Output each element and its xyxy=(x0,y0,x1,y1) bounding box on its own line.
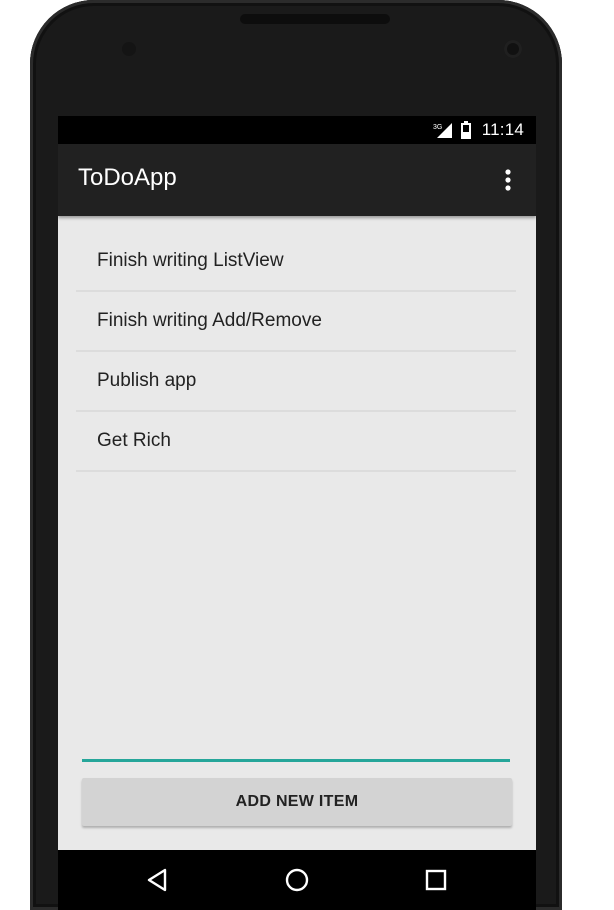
front-camera xyxy=(504,40,522,58)
list-item-label: Finish writing Add/Remove xyxy=(97,310,322,331)
new-item-input[interactable] xyxy=(82,730,510,762)
todo-list: Finish writing ListView Finish writing A… xyxy=(76,232,516,472)
list-item[interactable]: Get Rich xyxy=(76,412,516,472)
list-item[interactable]: Finish writing Add/Remove xyxy=(76,292,516,352)
cell-signal-icon: 3G xyxy=(433,123,452,138)
home-button[interactable] xyxy=(281,864,313,896)
status-time: 11:14 xyxy=(481,120,524,139)
recents-square-icon xyxy=(425,869,447,891)
status-icons: 3G 11:14 xyxy=(432,120,524,140)
list-item-label: Publish app xyxy=(97,370,197,391)
overflow-menu-button[interactable] xyxy=(494,162,522,198)
navigation-bar xyxy=(58,850,536,910)
battery-icon xyxy=(460,121,471,139)
svg-text:3G: 3G xyxy=(433,124,442,131)
proximity-sensor xyxy=(122,42,136,56)
status-bar: 3G 11:14 xyxy=(58,116,536,144)
list-item-label: Get Rich xyxy=(97,430,171,451)
back-triangle-icon xyxy=(147,868,167,892)
add-new-item-button[interactable]: ADD NEW ITEM xyxy=(82,778,512,826)
back-button[interactable] xyxy=(142,864,174,896)
recents-button[interactable] xyxy=(420,864,452,896)
speaker-grille xyxy=(240,14,390,24)
overflow-menu-icon xyxy=(505,169,511,191)
list-item[interactable]: Publish app xyxy=(76,352,516,412)
device-screen: 3G 11:14 ToDoApp Finish writing ListView… xyxy=(58,116,536,910)
home-circle-icon xyxy=(285,868,309,892)
app-title: ToDoApp xyxy=(78,164,177,191)
list-item-label: Finish writing ListView xyxy=(97,250,284,271)
list-item[interactable]: Finish writing ListView xyxy=(76,232,516,292)
app-bar: ToDoApp xyxy=(58,144,536,216)
